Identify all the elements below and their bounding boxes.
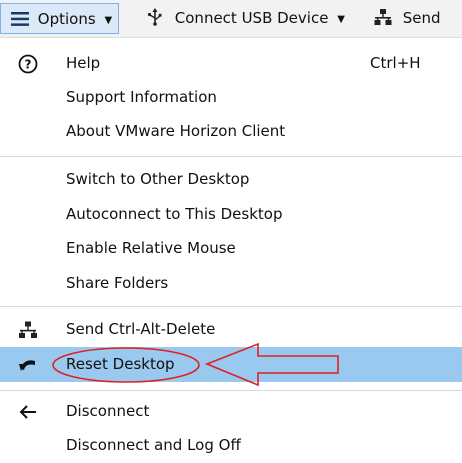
menu-item-label: Share Folders [66, 274, 169, 292]
menu-item-support-information[interactable]: Support Information [0, 80, 462, 115]
options-dropdown-menu: ? Help Ctrl+H Support Information About … [0, 38, 462, 456]
menu-item-reset-desktop[interactable]: Reset Desktop [0, 347, 462, 382]
menu-separator [0, 156, 462, 157]
menu-item-label: Disconnect [66, 402, 150, 420]
menu-item-label: Send Ctrl-Alt-Delete [66, 320, 216, 338]
options-menu-button[interactable]: Options ▼ [0, 3, 120, 34]
send-label: Send [402, 9, 441, 27]
menu-item-autoconnect[interactable]: Autoconnect to This Desktop [0, 197, 462, 232]
menu-item-label: Help [66, 54, 101, 72]
svg-text:?: ? [25, 58, 32, 72]
connect-usb-device-button[interactable]: Connect USB Device ▼ [142, 3, 351, 34]
menu-item-label: Reset Desktop [66, 355, 175, 373]
toolbar: Options ▼ Connect USB Device ▼ Send [0, 0, 462, 38]
menu-item-disconnect-log-off[interactable]: Disconnect and Log Off [0, 428, 462, 463]
menu-item-label: Disconnect and Log Off [66, 436, 241, 454]
usb-icon [147, 8, 162, 26]
menu-item-disconnect[interactable]: Disconnect [0, 394, 462, 429]
reset-arrow-icon [19, 360, 35, 371]
menu-item-label: Support Information [66, 88, 217, 106]
send-ctrl-alt-del-button[interactable]: Send [370, 3, 447, 34]
chevron-down-icon: ▼ [337, 14, 345, 25]
network-send-icon [374, 9, 392, 25]
menu-item-label: About VMware Horizon Client [66, 122, 286, 140]
chevron-down-icon: ▼ [104, 15, 113, 26]
menu-item-about[interactable]: About VMware Horizon Client [0, 114, 462, 149]
help-circle-icon: ? [18, 54, 38, 74]
menu-item-help[interactable]: ? Help Ctrl+H [0, 46, 462, 81]
connect-usb-label: Connect USB Device [174, 9, 329, 27]
menu-item-send-ctrl-alt-delete[interactable]: Send Ctrl-Alt-Delete [0, 312, 462, 347]
network-send-icon [19, 321, 37, 338]
menu-item-share-folders[interactable]: Share Folders [0, 266, 462, 301]
menu-item-relative-mouse[interactable]: Enable Relative Mouse [0, 231, 462, 266]
menu-separator [0, 390, 462, 391]
menu-item-switch-desktop[interactable]: Switch to Other Desktop [0, 162, 462, 197]
menu-item-label: Autoconnect to This Desktop [66, 205, 283, 223]
left-arrow-icon [19, 405, 36, 419]
hamburger-menu-icon [11, 12, 29, 26]
menu-item-shortcut: Ctrl+H [370, 54, 421, 72]
menu-separator [0, 306, 462, 307]
menu-item-label: Switch to Other Desktop [66, 170, 250, 188]
menu-item-label: Enable Relative Mouse [66, 239, 236, 257]
options-label: Options [37, 10, 96, 28]
